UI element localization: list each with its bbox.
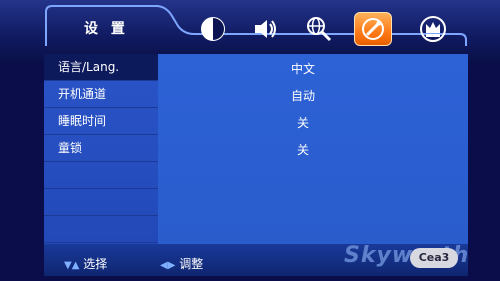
watermark-badge: Cea3: [410, 248, 458, 268]
menu-item-label: 童锁: [58, 141, 83, 155]
sleep-timer-value[interactable]: 关: [158, 110, 448, 136]
adjust-label: 调整: [179, 257, 204, 271]
menu-panel: 语言/Lang. 开机通道 睡眠时间 童锁: [44, 54, 158, 244]
menu-row-empty: [44, 216, 158, 243]
menu-item-child-lock[interactable]: 童锁: [44, 135, 158, 162]
crown-icon: [420, 16, 446, 42]
globe-search-icon: [307, 17, 332, 42]
power-on-channel-value[interactable]: 自动: [158, 83, 448, 109]
tab-channel-search[interactable]: [300, 12, 338, 46]
tv-settings-screen: 设 置 语言/Lang. 开机通道 睡眠时间 童锁 中文 自动 关 关 ▼▲ 选…: [0, 0, 500, 281]
tab-features[interactable]: [414, 12, 452, 46]
menu-item-label: 睡眠时间: [58, 114, 107, 128]
child-lock-value[interactable]: 关: [158, 137, 448, 163]
menu-row-empty: [44, 162, 158, 189]
menu-row-empty: [44, 189, 158, 216]
tab-picture[interactable]: [194, 12, 232, 46]
select-hint: ▼▲ 选择: [64, 255, 107, 272]
select-label: 选择: [83, 257, 108, 271]
menu-item-label: 语言/Lang.: [58, 60, 120, 74]
menu-item-label: 开机通道: [58, 87, 107, 101]
sound-icon: [255, 20, 276, 38]
left-right-arrows-icon: ◀▶: [160, 260, 176, 271]
language-value[interactable]: 中文: [158, 56, 448, 82]
page-title: 设 置: [84, 21, 129, 37]
menu-item-sleep-timer[interactable]: 睡眠时间: [44, 108, 158, 135]
tab-sound[interactable]: [246, 12, 284, 46]
menu-item-language[interactable]: 语言/Lang.: [44, 54, 158, 81]
tab-settings[interactable]: [354, 12, 392, 46]
up-down-arrows-icon: ▼▲: [64, 260, 80, 271]
settings-tool-icon: [362, 18, 384, 40]
picture-icon: [201, 17, 225, 41]
adjust-hint: ◀▶ 调整: [160, 255, 203, 272]
menu-item-power-on-channel[interactable]: 开机通道: [44, 81, 158, 108]
